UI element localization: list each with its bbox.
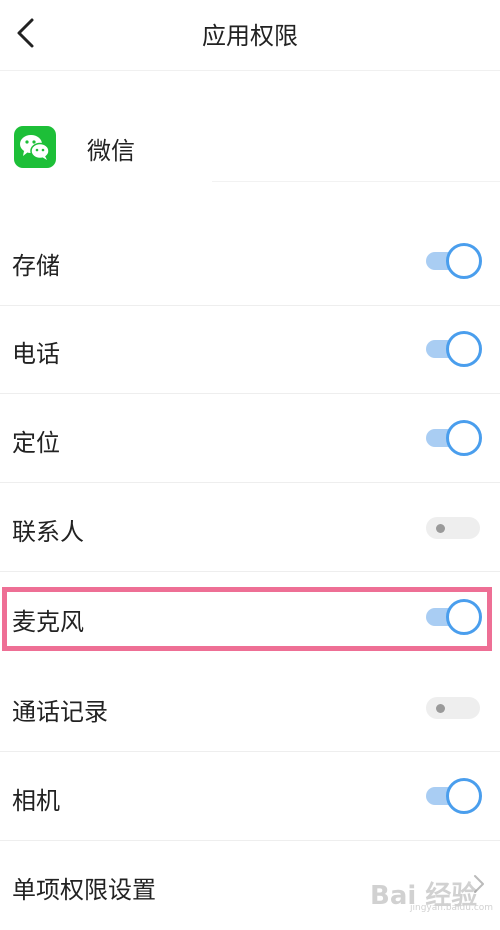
permission-label: 通话记录 [12,698,108,726]
permission-label: 定位 [12,429,60,457]
permission-row-location[interactable]: 定位 [0,395,500,483]
phone-toggle[interactable] [424,331,482,367]
divider [0,393,500,394]
app-row: 微信 [0,108,500,188]
location-toggle[interactable] [424,420,482,456]
divider [0,571,500,572]
watermark: Bai 经验 jingyan.baidu.com [370,873,494,913]
permission-row-phone[interactable]: 电话 [0,306,500,394]
permission-label: 相机 [12,787,60,815]
permission-label: 电话 [12,340,60,368]
single-permission-settings-label: 单项权限设置 [12,876,156,904]
camera-toggle[interactable] [424,778,482,814]
call-log-toggle[interactable] [424,689,482,725]
app-name: 微信 [87,137,135,165]
divider [0,840,500,841]
permission-label: 联系人 [12,518,84,546]
permission-label: 存储 [12,252,60,280]
page-title: 应用权限 [202,22,298,50]
permission-row-camera[interactable]: 相机 [0,753,500,841]
header: 应用权限 [0,0,500,71]
divider [212,181,500,182]
permission-row-contacts[interactable]: 联系人 [0,484,500,572]
divider [0,751,500,752]
wechat-icon [14,126,56,168]
divider [0,482,500,483]
contacts-toggle[interactable] [424,509,482,545]
watermark-subtext: jingyan.baidu.com [410,903,494,913]
permission-row-storage[interactable]: 存储 [0,218,500,306]
storage-toggle[interactable] [424,243,482,279]
highlight-box [2,587,492,651]
permission-row-call-log[interactable]: 通话记录 [0,664,500,752]
